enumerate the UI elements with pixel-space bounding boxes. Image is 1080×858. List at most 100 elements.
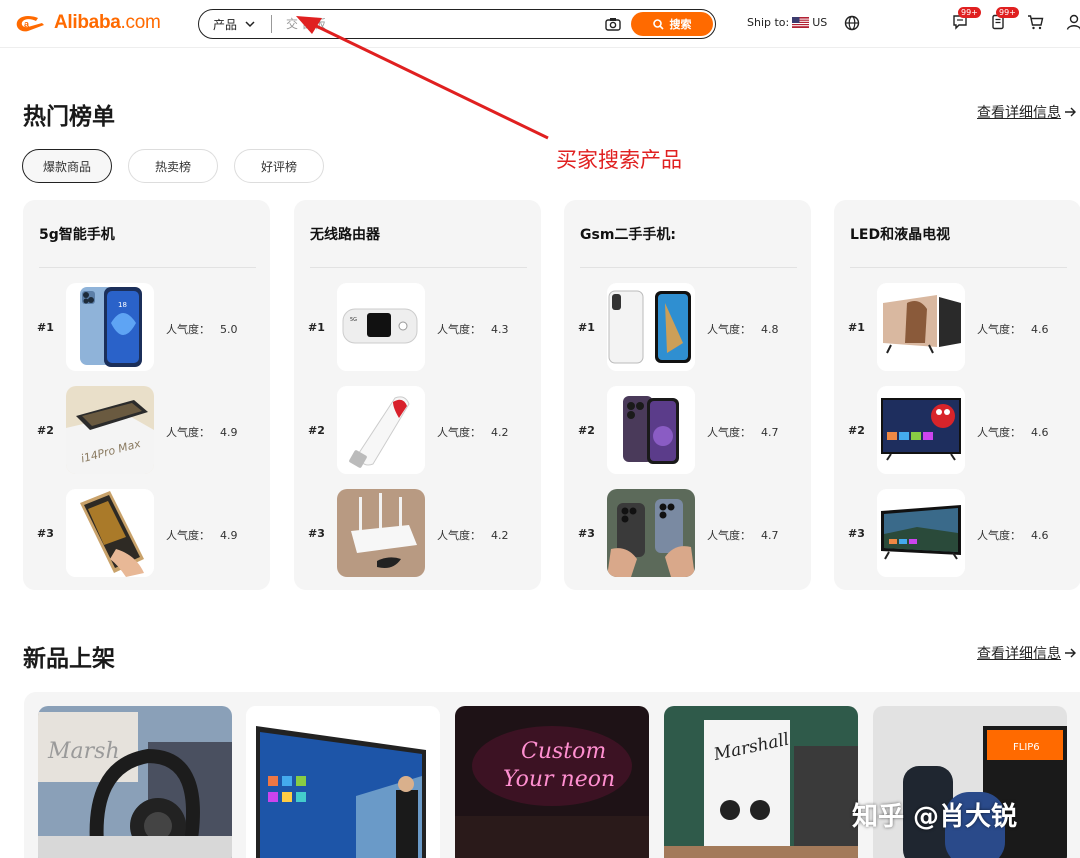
- ranking-item[interactable]: #1 18 人气度： 5.0: [23, 283, 270, 373]
- popularity-label: 人气度：: [707, 426, 751, 439]
- ranking-card-5g-phones[interactable]: 5g智能手机 #1 18 人气度： 5.0 #2 i14Pro Max 人气度：…: [23, 200, 270, 590]
- tab-best-selling[interactable]: 热卖榜: [128, 149, 218, 183]
- ranking-item[interactable]: #2 人气度： 4.7: [564, 386, 811, 476]
- ranking-item[interactable]: #3 人气度： 4.2: [294, 489, 541, 579]
- ranking-item[interactable]: #2 i14Pro Max 人气度： 4.9: [23, 386, 270, 476]
- top-header: a Alibaba.com 产品 搜索 Ship to: US: [0, 0, 1080, 48]
- ranking-item[interactable]: #1 人气度： 4.6: [834, 283, 1080, 373]
- new-arrival-custom-neon-sign[interactable]: Custom Your neon: [455, 706, 649, 858]
- search-category-select[interactable]: 产品: [199, 16, 271, 33]
- ship-to-country: US: [812, 16, 828, 29]
- popularity-score: 4.3: [491, 323, 509, 336]
- product-image-iphone-x[interactable]: [607, 283, 695, 371]
- ranking-item[interactable]: #1 人气度： 4.8: [564, 283, 811, 373]
- product-image-pocket-mifi[interactable]: 5G: [337, 283, 425, 371]
- product-image-i14pro-max-box[interactable]: i14Pro Max: [66, 386, 154, 474]
- annotation-text: 买家搜索产品: [556, 148, 682, 172]
- ranking-item[interactable]: #1 5G 人气度： 4.3: [294, 283, 541, 373]
- product-image-tv-landscape[interactable]: [877, 489, 965, 577]
- tab-hot-products[interactable]: 爆款商品: [22, 149, 112, 183]
- popularity: 人气度： 4.9: [166, 527, 238, 543]
- new-arrival-marshall-headphones[interactable]: Marsh: [38, 706, 232, 858]
- popularity-score: 4.8: [761, 323, 779, 336]
- new-arrival-marshall-earbuds[interactable]: Marshall: [664, 706, 858, 858]
- product-image-white-router[interactable]: [337, 489, 425, 577]
- new-arrivals-strip: Marsh Custom Your neon Marshall FLIP6: [24, 692, 1080, 858]
- neon-line-1: Custom: [521, 739, 606, 764]
- chevron-down-icon: [245, 20, 255, 27]
- popularity-label: 人气度：: [977, 529, 1021, 542]
- divider: [39, 267, 256, 268]
- new-arrival-interactive-whiteboard[interactable]: [246, 706, 440, 858]
- popularity: 人气度： 4.6: [977, 321, 1049, 337]
- popularity: 人气度： 5.0: [166, 321, 238, 337]
- rank-number: #2: [308, 424, 325, 437]
- ranking-card-title: 5g智能手机: [39, 227, 115, 243]
- divider: [310, 267, 527, 268]
- alibaba-logo[interactable]: a Alibaba.com: [14, 10, 161, 36]
- globe-icon[interactable]: [844, 15, 860, 31]
- search-button[interactable]: 搜索: [631, 12, 713, 36]
- ranking-card-title: Gsm二手手机:: [580, 227, 677, 243]
- product-image-blue-iphone[interactable]: 18: [66, 283, 154, 371]
- ranking-item[interactable]: #3 人气度： 4.7: [564, 489, 811, 579]
- ship-to-label: Ship to:: [747, 16, 790, 29]
- product-image-two-iphones[interactable]: [607, 489, 695, 577]
- orders-button[interactable]: 99+: [990, 7, 1019, 34]
- popularity-label: 人气度：: [437, 426, 481, 439]
- rank-number: #3: [308, 527, 325, 540]
- search-input[interactable]: [272, 17, 603, 31]
- product-image-tv-portrait[interactable]: [877, 283, 965, 371]
- rank-number: #1: [308, 321, 325, 334]
- popularity-label: 人气度：: [977, 323, 1021, 336]
- product-image-usb-dongle[interactable]: [337, 386, 425, 474]
- tab-label: 热卖榜: [154, 159, 191, 174]
- arrow-right-icon: [1065, 648, 1076, 658]
- ranking-item[interactable]: #2 人气度： 4.2: [294, 386, 541, 476]
- messages-button[interactable]: 99+: [952, 7, 981, 34]
- ranking-card-used-phones[interactable]: Gsm二手手机: #1 人气度： 4.8 #2 人气度： 4.7 #3 人气度：…: [564, 200, 811, 590]
- search-icon: [652, 18, 664, 30]
- new-arrival-jbl-speaker[interactable]: FLIP6: [873, 706, 1067, 858]
- tab-top-rated[interactable]: 好评榜: [234, 149, 324, 183]
- rank-number: #3: [578, 527, 595, 540]
- search-button-label: 搜索: [669, 18, 692, 31]
- ship-to-selector[interactable]: Ship to: US: [747, 16, 827, 29]
- product-image-tv-elmo[interactable]: [877, 386, 965, 474]
- rank-number: #2: [37, 424, 54, 437]
- neon-line-2: Your neon: [503, 767, 615, 792]
- rank-number: #1: [37, 321, 54, 334]
- ranking-card-routers[interactable]: 无线路由器 #1 5G 人气度： 4.3 #2 人气度： 4.2 #3 人气度：…: [294, 200, 541, 590]
- ranking-item[interactable]: #3 人气度： 4.9: [23, 489, 270, 579]
- hot-ranking-view-more-link[interactable]: 查看详细信息: [977, 102, 1077, 122]
- cart-button[interactable]: [1027, 14, 1044, 34]
- popularity-score: 4.9: [220, 426, 238, 439]
- ranking-item[interactable]: #2 人气度： 4.6: [834, 386, 1080, 476]
- rank-number: #2: [578, 424, 595, 437]
- new-arrivals-view-more-link[interactable]: 查看详细信息: [977, 643, 1077, 663]
- product-image-purple-iphone[interactable]: [607, 386, 695, 474]
- ranking-item[interactable]: #3 人气度： 4.6: [834, 489, 1080, 579]
- camera-search-icon[interactable]: [603, 14, 623, 34]
- orders-badge: 99+: [996, 7, 1019, 18]
- ranking-card-tvs[interactable]: LED和液晶电视 #1 人气度： 4.6 #2 人气度： 4.6 #3 人气度：…: [834, 200, 1080, 590]
- rank-number: #2: [848, 424, 865, 437]
- svg-text:5G: 5G: [350, 317, 357, 323]
- user-icon: [1066, 14, 1080, 30]
- rank-number: #3: [37, 527, 54, 540]
- popularity-score: 4.2: [491, 426, 509, 439]
- alibaba-logo-icon: a: [16, 16, 44, 32]
- product-image-gold-iphone[interactable]: [66, 489, 154, 577]
- popularity: 人气度： 4.6: [977, 424, 1049, 440]
- svg-text:18: 18: [118, 301, 127, 309]
- ranking-card-title: 无线路由器: [310, 227, 380, 243]
- popularity-label: 人气度：: [437, 529, 481, 542]
- view-more-label: 查看详细信息: [977, 646, 1061, 662]
- divider: [580, 267, 797, 268]
- popularity-label: 人气度：: [707, 529, 751, 542]
- popularity-score: 4.2: [491, 529, 509, 542]
- popularity-score: 4.7: [761, 426, 779, 439]
- view-more-label: 查看详细信息: [977, 105, 1061, 121]
- logo-text: Alibaba.com: [54, 12, 161, 33]
- account-button[interactable]: [1066, 14, 1080, 34]
